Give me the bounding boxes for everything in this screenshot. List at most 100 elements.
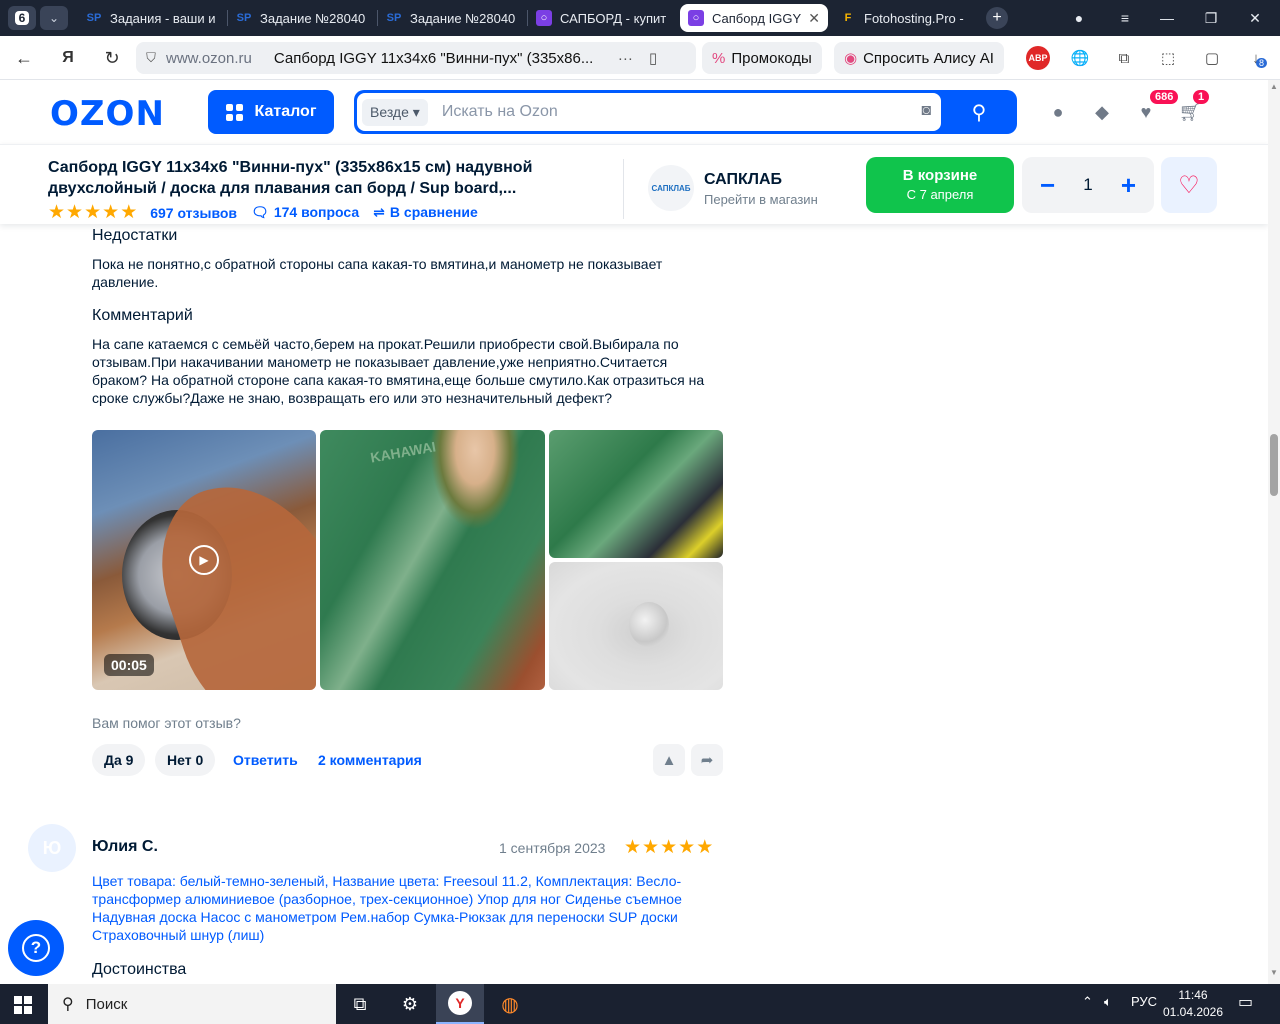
settings-gear-icon[interactable]: ⚙ bbox=[386, 984, 434, 1024]
alice-chip[interactable]: ◉ Спросить Алису AI bbox=[834, 42, 1004, 74]
tab-list-chevron-icon[interactable]: ⌄ bbox=[40, 6, 68, 30]
shop-name[interactable]: САПКЛАБ bbox=[704, 171, 782, 189]
tab-product-active[interactable]: ○ Сапборд IGGY ✕ bbox=[680, 4, 828, 32]
task-view-icon[interactable]: ⧉ bbox=[336, 984, 384, 1024]
bookmark-icon[interactable]: ▯ bbox=[649, 49, 657, 67]
yandex-browser-icon[interactable]: Y bbox=[436, 984, 484, 1024]
product-title: Сапборд IGGY 11x34x6 "Винни-пух" (335х86… bbox=[48, 159, 533, 197]
add-to-favorites-button[interactable]: ♡ bbox=[1161, 157, 1217, 213]
scroll-down-icon[interactable]: ▼ bbox=[1270, 968, 1278, 977]
screenshot-icon[interactable]: ▢ bbox=[1200, 46, 1224, 70]
in-cart-button[interactable]: В корзине С 7 апреля bbox=[866, 157, 1014, 213]
search-scope-dropdown[interactable]: Везде ▾ bbox=[362, 98, 428, 126]
questions-link[interactable]: 🗨︎ 174 вопроса bbox=[251, 204, 359, 221]
compare-link[interactable]: ⇌ В сравнение bbox=[373, 204, 478, 221]
promocodes-chip[interactable]: % Промокоды bbox=[702, 42, 822, 74]
minimize-icon[interactable]: — bbox=[1152, 6, 1182, 30]
tab-label: САПБОРД - купит bbox=[560, 10, 667, 26]
shop-link[interactable]: Перейти в магазин bbox=[704, 192, 818, 207]
shop-logo[interactable]: САПКЛАБ bbox=[648, 165, 694, 211]
close-window-icon[interactable]: ✕ bbox=[1240, 6, 1270, 30]
tab-task-2[interactable]: SP Задание №28040 bbox=[378, 4, 528, 32]
reviews-section: Недостатки Пока не понятно,с обратной ст… bbox=[0, 224, 1268, 984]
page-scrollbar[interactable]: ▲ ▼ bbox=[1268, 80, 1280, 984]
tab-close-icon[interactable]: ✕ bbox=[808, 10, 820, 27]
tab-label: Задание №28040 bbox=[410, 10, 516, 26]
app-icon[interactable]: ◍ bbox=[486, 984, 534, 1024]
user-icon[interactable]: ● bbox=[1046, 100, 1070, 124]
percent-icon: % bbox=[712, 49, 726, 67]
sp-favicon-icon: SP bbox=[236, 12, 252, 24]
reply-link[interactable]: Ответить bbox=[233, 752, 298, 768]
tab-count-button[interactable]: 6 bbox=[8, 6, 36, 30]
url-domain: www.ozon.ru bbox=[166, 49, 252, 67]
search-icon: ⚲ bbox=[971, 101, 987, 124]
tab-fotohosting[interactable]: F Fotohosting.Pro - bbox=[832, 4, 982, 32]
rating-stars: ★★★★★ bbox=[48, 202, 138, 223]
language-indicator[interactable]: РУС bbox=[1131, 994, 1157, 1009]
comment-text: На сапе катаемся с семьёй часто,берем на… bbox=[92, 336, 705, 406]
tray-chevron-icon[interactable]: ⌃ bbox=[1082, 994, 1093, 1010]
reload-icon[interactable]: ↻ bbox=[100, 46, 124, 70]
review-video[interactable]: ▶ 00:05 bbox=[92, 430, 316, 690]
review-variant-link[interactable]: Цвет товара: белый-темно-зеленый, Назван… bbox=[92, 872, 722, 944]
back-arrow-icon[interactable]: ← bbox=[12, 46, 36, 70]
product-sticky-bar: Сапборд IGGY 11x34x6 "Винни-пух" (335х86… bbox=[0, 144, 1268, 224]
search-button[interactable]: ⚲ bbox=[941, 90, 1017, 134]
profile-icon[interactable]: ● bbox=[1064, 6, 1094, 30]
help-button[interactable]: ? bbox=[8, 920, 64, 976]
url-bar[interactable]: ⛉ www.ozon.ru Сапборд IGGY 11x34x6 "Винн… bbox=[136, 42, 696, 74]
heart-icon: ♡ bbox=[1178, 171, 1200, 199]
taskbar-search[interactable]: ⚲ Поиск bbox=[48, 984, 336, 1024]
tab-tasks[interactable]: SP Задания - ваши и bbox=[78, 4, 228, 32]
ozon-favicon-icon: ○ bbox=[688, 10, 704, 26]
ozon-logo[interactable]: OZON bbox=[50, 94, 165, 134]
extensions-puzzle-icon[interactable]: ⧉ bbox=[1112, 46, 1136, 70]
more-dots-icon[interactable]: ··· bbox=[618, 50, 633, 67]
increase-button[interactable]: + bbox=[1121, 170, 1136, 201]
reviews-link[interactable]: 697 отзывов bbox=[150, 205, 237, 221]
new-tab-plus-icon[interactable]: + bbox=[986, 7, 1008, 29]
globe-icon[interactable]: 🌐 bbox=[1068, 46, 1092, 70]
clock[interactable]: 11:46 01.04.2026 bbox=[1158, 987, 1228, 1021]
no-button[interactable]: Нет 0 bbox=[155, 744, 216, 776]
volume-icon[interactable]: 🔈︎ bbox=[1104, 994, 1112, 1010]
address-bar-row: ← Я ↻ ⛉ www.ozon.ru Сапборд IGGY 11x34x6… bbox=[0, 36, 1280, 80]
report-warning-icon[interactable]: ▲ bbox=[653, 744, 685, 776]
collections-icon[interactable]: ⬚ bbox=[1156, 46, 1180, 70]
adblock-icon[interactable]: ABP bbox=[1026, 46, 1050, 70]
alice-icon: ◉ bbox=[844, 50, 858, 67]
review-photo[interactable] bbox=[549, 430, 723, 558]
review-date: 1 сентября 2023 bbox=[499, 840, 606, 856]
tab-supboard-search[interactable]: ○ САПБОРД - купит bbox=[528, 4, 678, 32]
review-photo[interactable]: KAHAWAI bbox=[320, 430, 545, 690]
notifications-icon[interactable]: ▭ bbox=[1238, 992, 1253, 1012]
play-icon[interactable]: ▶ bbox=[189, 545, 219, 575]
shield-icon: ⛉ bbox=[146, 50, 156, 65]
sp-favicon-icon: SP bbox=[86, 12, 102, 24]
search-placeholder: Искать на Ozon bbox=[441, 103, 558, 120]
camera-icon[interactable]: ◙ bbox=[921, 102, 931, 120]
photo-text: KAHAWAI bbox=[369, 438, 438, 466]
review-photo[interactable] bbox=[549, 562, 723, 690]
sp-favicon-icon: SP bbox=[386, 12, 402, 24]
promocodes-label: Промокоды bbox=[731, 49, 812, 67]
search-input[interactable]: Везде ▾ Искать на Ozon ◙ bbox=[357, 93, 941, 131]
comments-link[interactable]: 2 комментария bbox=[318, 752, 422, 768]
downloads-count-badge: 8 bbox=[1256, 58, 1268, 68]
decrease-button[interactable]: − bbox=[1040, 170, 1055, 201]
yandex-icon[interactable]: Я bbox=[56, 46, 80, 70]
yes-button[interactable]: Да 9 bbox=[92, 744, 146, 776]
scrollbar-thumb[interactable] bbox=[1270, 434, 1278, 496]
question-icon: ? bbox=[22, 934, 50, 962]
clock-time: 11:46 bbox=[1178, 988, 1208, 1002]
orders-box-icon[interactable]: ◆ bbox=[1090, 100, 1114, 124]
catalog-label: Каталог bbox=[254, 103, 317, 120]
restore-icon[interactable]: ❐ bbox=[1196, 6, 1226, 30]
tab-task-1[interactable]: SP Задание №28040 bbox=[228, 4, 378, 32]
browser-menu-icon[interactable]: ≡ bbox=[1110, 6, 1140, 30]
windows-start-icon[interactable] bbox=[14, 996, 32, 1014]
catalog-button[interactable]: Каталог bbox=[208, 90, 334, 134]
scroll-up-icon[interactable]: ▲ bbox=[1270, 82, 1278, 91]
share-icon[interactable]: ➦ bbox=[691, 744, 723, 776]
